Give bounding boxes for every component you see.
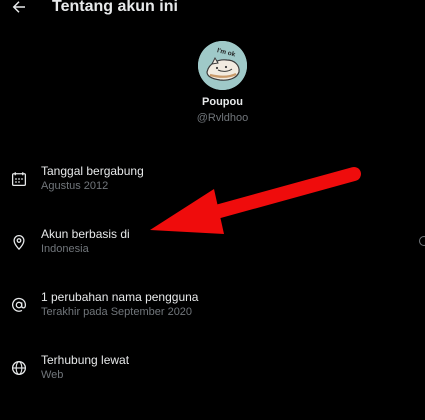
display-name: Poupou (202, 96, 243, 108)
avatar-image: I'm ok (198, 41, 247, 90)
user-handle: @Rvldhoo (196, 112, 249, 124)
row-label: 1 perubahan nama pengguna (41, 290, 199, 304)
top-bar: Tentang akun ini (0, 0, 425, 22)
page-title: Tentang akun ini (52, 0, 178, 15)
globe-icon (11, 360, 27, 376)
info-row-location: Akun berbasis di Indonesia (0, 221, 425, 275)
info-row-username-changes: 1 perubahan nama pengguna Terakhir pada … (0, 284, 425, 338)
location-pin-icon (13, 235, 25, 251)
row-value: Terakhir pada September 2020 (41, 306, 193, 318)
row-value: Web (41, 369, 64, 381)
avatar[interactable]: I'm ok (198, 41, 247, 90)
back-arrow-icon[interactable] (10, 0, 28, 16)
info-row-connected-via: Terhubung lewat Web (0, 347, 425, 401)
partial-circle-icon (419, 236, 425, 246)
row-label: Tanggal bergabung (41, 164, 144, 178)
row-value: Agustus 2012 (41, 180, 109, 192)
at-sign-icon (12, 297, 27, 312)
row-value: Indonesia (41, 243, 89, 255)
info-row-join-date: Tanggal bergabung Agustus 2012 (0, 158, 425, 212)
calendar-icon (11, 172, 27, 187)
row-label: Terhubung lewat (41, 353, 130, 367)
row-label: Akun berbasis di (41, 227, 130, 241)
